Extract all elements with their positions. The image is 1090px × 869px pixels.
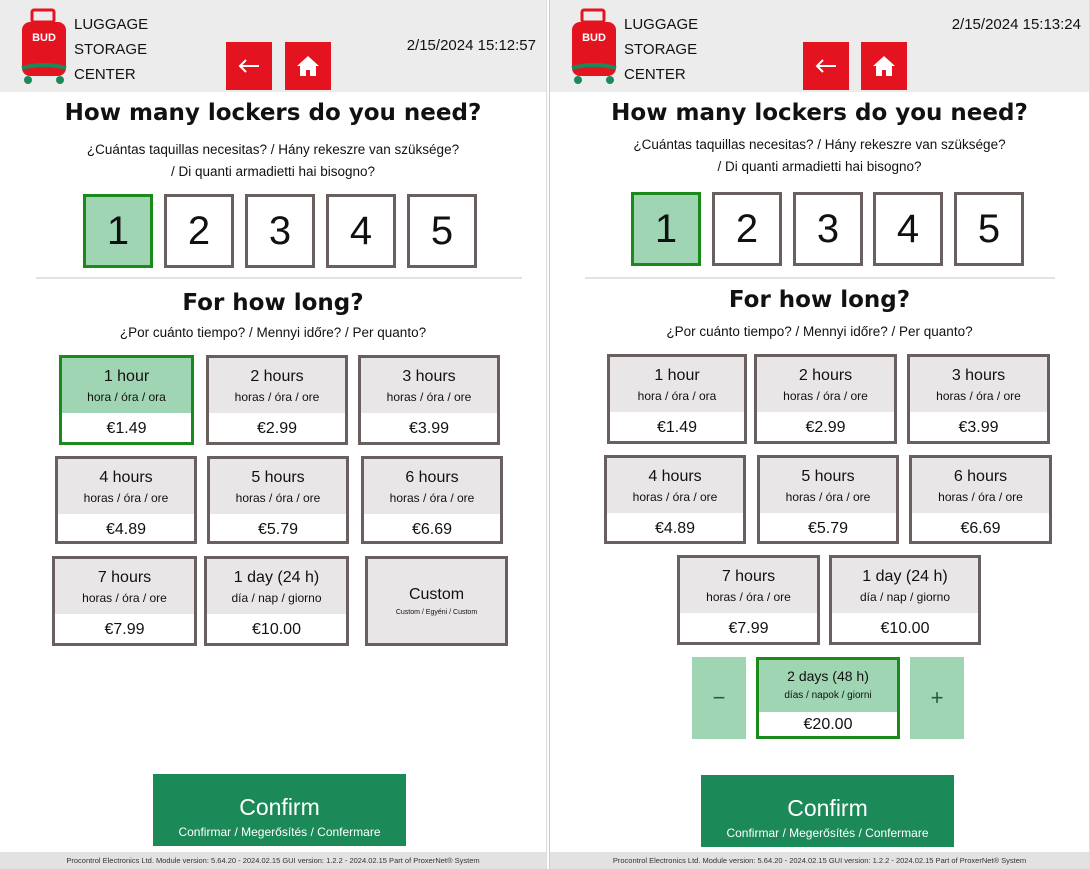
duration-question-subtitle: ¿Por cuánto tiempo? / Mennyi időre? / Pe… [666,324,973,339]
back-button[interactable] [803,42,849,90]
home-icon [873,56,895,76]
duration-option-6-hours[interactable]: 6 hours horas / óra / ore €6.69 [361,456,503,544]
brand-name: LUGGAGE STORAGE CENTER [74,16,149,83]
datetime: 2/15/2024 15:13:24 [951,16,1081,33]
locker-count-4[interactable]: 4 [873,192,943,266]
home-button[interactable] [861,42,907,90]
divider [585,277,1055,279]
decrease-days-button[interactable]: − [692,657,746,739]
duration-option-4-hours[interactable]: 4 hours horas / óra / ore €4.89 [55,456,197,544]
locker-count-2[interactable]: 2 [712,192,782,266]
kiosk-screen-2: BUD LUGGAGE STORAGE CENTER 2/15/2024 15:… [549,0,1090,869]
duration-option-7-hours[interactable]: 7 hours horas / óra / ore €7.99 [52,556,197,646]
duration-option-7-hours[interactable]: 7 hours horas / óra / ore €7.99 [677,555,820,645]
duration-option-6-hours[interactable]: 6 hours horas / óra / ore €6.69 [909,455,1052,544]
increase-days-button[interactable]: + [910,657,964,739]
arrow-left-icon [815,59,836,73]
locker-count-1[interactable]: 1 [631,192,701,266]
duration-option-1-hour[interactable]: 1 hour hora / óra / ora €1.49 [607,354,747,444]
svg-text:BUD: BUD [582,32,606,44]
home-icon [297,56,319,76]
duration-question-title: For how long? [182,290,364,316]
duration-question-subtitle: ¿Por cuánto tiempo? / Mennyi időre? / Pe… [119,325,427,340]
duration-option-5-hours[interactable]: 5 hours horas / óra / ore €5.79 [757,455,899,544]
confirm-button[interactable]: Confirm Confirmar / Megerősítés / Confer… [153,774,406,846]
locker-count-2[interactable]: 2 [164,194,234,268]
duration-option-1-day[interactable]: 1 day (24 h) día / nap / giorno €10.00 [829,555,981,645]
duration-option-3-hours[interactable]: 3 hours horas / óra / ore €3.99 [907,354,1050,444]
lockers-question-title: How many lockers do you need? [611,100,1028,126]
lockers-question-title: How many lockers do you need? [64,100,482,126]
luggage-logo-icon: BUD [571,8,617,84]
locker-count-3[interactable]: 3 [245,194,315,268]
footer-version-info: Procontrol Electronics Ltd. Module versi… [0,852,546,869]
footer-version-info: Procontrol Electronics Ltd. Module versi… [550,852,1089,869]
duration-option-custom[interactable]: Custom Custom / Egyéni / Custom [365,556,508,646]
duration-option-2-hours[interactable]: 2 hours horas / óra / ore €2.99 [206,355,348,445]
arrow-left-icon [238,59,259,73]
luggage-logo-icon: BUD [21,8,67,84]
locker-count-3[interactable]: 3 [793,192,863,266]
duration-option-1-day[interactable]: 1 day (24 h) día / nap / giorno €10.00 [204,556,349,646]
kiosk-screen-1: BUD LUGGAGE STORAGE CENTER 2/15/2024 15:… [0,0,547,869]
locker-count-5[interactable]: 5 [954,192,1024,266]
header: BUD LUGGAGE STORAGE CENTER 2/15/2024 15:… [550,0,1089,92]
lockers-question-subtitle: ¿Cuántas taquillas necesitas? / Hány rek… [633,137,1006,174]
lockers-question-subtitle: ¿Cuántas taquillas necesitas? / Hány rek… [86,142,460,179]
duration-option-3-hours[interactable]: 3 hours horas / óra / ore €3.99 [358,355,500,445]
divider [36,277,522,279]
svg-text:BUD: BUD [32,32,56,44]
header: BUD LUGGAGE STORAGE CENTER 2/15/2024 15:… [0,0,546,92]
duration-option-1-hour[interactable]: 1 hour hora / óra / ora €1.49 [59,355,194,445]
duration-option-custom-days[interactable]: 2 days (48 h) días / napok / giorni €20.0… [756,657,900,739]
locker-count-4[interactable]: 4 [326,194,396,268]
duration-option-5-hours[interactable]: 5 hours horas / óra / ore €5.79 [207,456,349,544]
brand-name: LUGGAGE STORAGE CENTER [624,16,699,83]
duration-option-2-hours[interactable]: 2 hours horas / óra / ore €2.99 [754,354,897,444]
confirm-button[interactable]: Confirm Confirmar / Megerősítés / Confer… [701,775,954,847]
back-button[interactable] [226,42,272,90]
duration-option-4-hours[interactable]: 4 hours horas / óra / ore €4.89 [604,455,746,544]
datetime: 2/15/2024 15:12:57 [406,37,536,54]
home-button[interactable] [285,42,331,90]
duration-question-title: For how long? [728,287,911,313]
locker-count-1[interactable]: 1 [83,194,153,268]
locker-count-5[interactable]: 5 [407,194,477,268]
